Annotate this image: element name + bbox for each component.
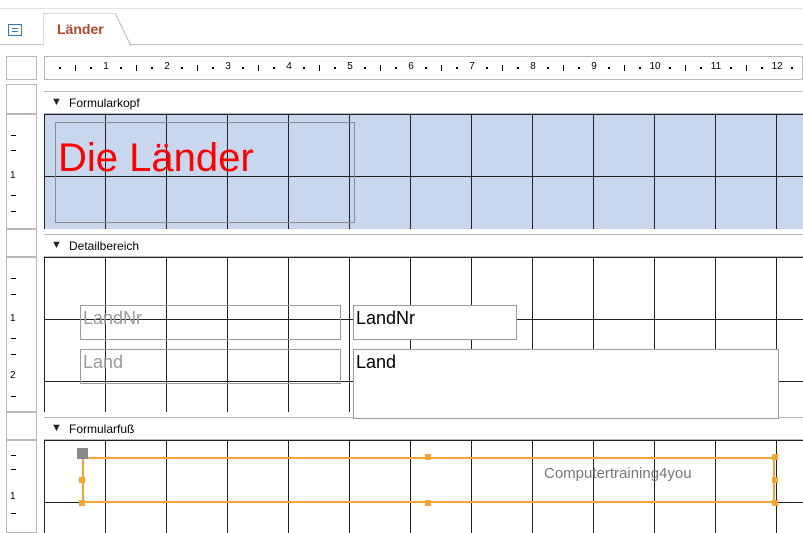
tab-laender[interactable]: Länder [43, 13, 133, 46]
label-land[interactable]: Land [80, 349, 341, 384]
ruler-number: 10 [649, 61, 661, 72]
ruler-number: 12 [771, 61, 783, 72]
section-marker-icon: ▼ [51, 239, 62, 251]
ruler-half-tick [562, 65, 564, 71]
ruler-half-tick [74, 65, 76, 71]
resize-handle-top-right[interactable] [772, 454, 778, 460]
section-marker-icon: ▼ [51, 96, 62, 108]
ruler-quarter-dot [120, 67, 123, 69]
resize-handle-top[interactable] [425, 454, 431, 460]
ruler-number: 6 [408, 61, 414, 72]
ruler-half-tick [135, 65, 137, 71]
ruler-quarter-dot [699, 67, 702, 69]
document-tab-strip: Länder [0, 0, 803, 46]
ruler-number: 1 [103, 61, 109, 72]
ruler-number: 2 [164, 61, 170, 72]
ruler-half-tick [257, 65, 259, 71]
vruler-detail: 1 2 [6, 257, 37, 412]
ruler-number: 11 [710, 61, 722, 72]
ruler-quarter-dot [638, 67, 641, 69]
move-handle[interactable] [77, 448, 88, 459]
ruler-quarter-dot [211, 67, 214, 69]
ruler-quarter-dot [455, 67, 458, 69]
section-bar-formularkopf[interactable]: ▼ Formularkopf [44, 91, 803, 114]
ruler-quarter-dot [242, 67, 245, 69]
ruler-number: 5 [347, 61, 353, 72]
ruler-half-tick [684, 65, 686, 71]
ruler-half-tick [379, 65, 381, 71]
ruler-quarter-dot [577, 67, 580, 69]
ruler-quarter-dot [791, 67, 794, 69]
ruler-number: 9 [591, 61, 597, 72]
ruler-number: 7 [469, 61, 475, 72]
ruler-corner-select[interactable] [6, 56, 37, 80]
vruler-header: 1 [6, 114, 37, 229]
ruler-number: 8 [530, 61, 536, 72]
vruler-number: 1 [10, 313, 16, 324]
vruler-footer: 1 [6, 440, 37, 533]
section-label: Formularkopf [69, 96, 140, 110]
ruler-quarter-dot [669, 67, 672, 69]
vruler-header-bar [6, 84, 37, 114]
vruler-number: 1 [10, 491, 16, 502]
vruler-number: 1 [10, 170, 16, 181]
ruler-half-tick [745, 65, 747, 71]
footer-label-text[interactable]: Computertraining4you [544, 465, 692, 482]
ruler-quarter-dot [272, 67, 275, 69]
ruler-quarter-dot [89, 67, 92, 69]
resize-handle-right[interactable] [772, 477, 778, 483]
ruler-quarter-dot [516, 67, 519, 69]
section-marker-icon: ▼ [51, 422, 62, 434]
form-title[interactable]: Die Länder [58, 136, 254, 181]
section-bar-formularfuss[interactable]: ▼ Formularfuß [44, 417, 803, 440]
label-landnr[interactable]: LandNr [80, 305, 341, 340]
ruler-quarter-dot [333, 67, 336, 69]
ruler-number: 3 [225, 61, 231, 72]
resize-handle-bottom-left[interactable] [79, 500, 85, 506]
ruler-half-tick [318, 65, 320, 71]
ruler-half-tick [440, 65, 442, 71]
ruler-quarter-dot [547, 67, 550, 69]
ruler-quarter-dot [59, 67, 62, 69]
ruler-quarter-dot [730, 67, 733, 69]
ruler-half-tick [623, 65, 625, 71]
form-design-surface[interactable]: ▼ Formularkopf ▼ Detailbereich ▼ Formula… [44, 84, 803, 533]
resize-handle-bottom[interactable] [425, 500, 431, 506]
textbox-land[interactable]: Land [353, 349, 779, 419]
section-label: Detailbereich [69, 239, 140, 253]
ruler-quarter-dot [394, 67, 397, 69]
ruler-quarter-dot [364, 67, 367, 69]
tab-strip-line [0, 8, 803, 9]
resize-handle-bottom-right[interactable] [772, 500, 778, 506]
ruler-quarter-dot [608, 67, 611, 69]
ruler-quarter-dot [150, 67, 153, 69]
ruler-number: 4 [286, 61, 292, 72]
form-icon [8, 24, 22, 36]
vruler-detail-bar [6, 229, 37, 257]
horizontal-ruler[interactable]: 1 2 3 4 5 6 7 8 9 10 11 12 [44, 56, 803, 80]
ruler-quarter-dot [486, 67, 489, 69]
ruler-quarter-dot [303, 67, 306, 69]
vruler-footer-bar [6, 412, 37, 440]
ruler-half-tick [501, 65, 503, 71]
ruler-quarter-dot [425, 67, 428, 69]
ruler-quarter-dot [760, 67, 763, 69]
vruler-number: 2 [10, 370, 16, 381]
ruler-quarter-dot [181, 67, 184, 69]
textbox-landnr[interactable]: LandNr [353, 305, 517, 340]
ruler-half-tick [196, 65, 198, 71]
section-label: Formularfuß [69, 422, 135, 436]
section-bar-detailbereich[interactable]: ▼ Detailbereich [44, 234, 803, 257]
resize-handle-left[interactable] [79, 477, 85, 483]
tab-label: Länder [57, 21, 104, 37]
vertical-ruler[interactable]: 1 1 2 1 [6, 84, 37, 533]
